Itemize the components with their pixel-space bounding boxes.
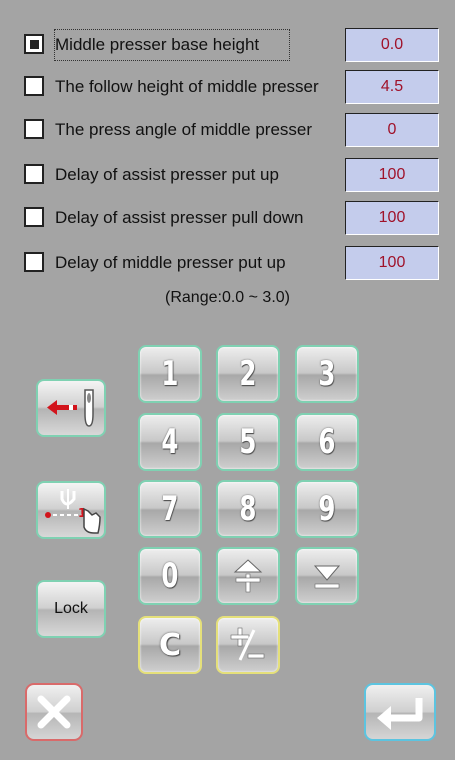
param-checkbox[interactable] [24, 164, 44, 184]
enter-button[interactable] [364, 683, 436, 741]
key-label: 9 [318, 489, 336, 529]
key-label: 1 [161, 354, 179, 394]
needle-back-arrow-icon [47, 389, 94, 427]
arrow-down-icon [313, 565, 341, 589]
param-row-press-angle[interactable]: The press angle of middle presser 0 [0, 113, 455, 149]
key-5[interactable]: 5 [216, 413, 280, 471]
param-checkbox[interactable] [24, 34, 44, 54]
key-7[interactable]: 7 [138, 480, 202, 538]
needle-setting-button[interactable]: 1 [36, 481, 106, 539]
key-label: 3 [318, 354, 336, 394]
enter-icon [377, 698, 423, 730]
param-label: Delay of assist presser pull down [55, 208, 304, 227]
param-value-field[interactable]: 100 [345, 158, 439, 192]
param-row-follow-height[interactable]: The follow height of middle presser 4.5 [0, 70, 455, 106]
key-label: 7 [161, 489, 179, 529]
range-hint: (Range:0.0 ~ 3.0) [165, 289, 290, 306]
key-6[interactable]: 6 [295, 413, 359, 471]
key-label: 8 [239, 489, 257, 529]
cancel-button[interactable] [25, 683, 83, 741]
param-checkbox[interactable] [24, 207, 44, 227]
key-3[interactable]: 3 [295, 345, 359, 403]
key-4[interactable]: 4 [138, 413, 202, 471]
param-value-field[interactable]: 0 [345, 113, 439, 147]
param-row-base-height[interactable]: Middle presser base height 0.0 [0, 28, 455, 64]
param-checkbox[interactable] [24, 252, 44, 272]
param-value-field[interactable]: 100 [345, 246, 439, 280]
close-icon [37, 695, 71, 729]
key-1[interactable]: 1 [138, 345, 202, 403]
param-checkbox[interactable] [24, 76, 44, 96]
param-checkbox[interactable] [24, 119, 44, 139]
lock-button[interactable]: Lock [36, 580, 106, 638]
key-9[interactable]: 9 [295, 480, 359, 538]
key-label: 5 [239, 422, 257, 462]
param-value-field[interactable]: 4.5 [345, 70, 439, 104]
param-row-assist-down[interactable]: Delay of assist presser pull down 100 [0, 201, 455, 237]
key-2[interactable]: 2 [216, 345, 280, 403]
key-sign-toggle[interactable] [216, 616, 280, 674]
key-8[interactable]: 8 [216, 480, 280, 538]
key-label: 2 [239, 354, 257, 394]
param-label: Middle presser base height [54, 29, 290, 61]
param-label: Delay of middle presser put up [55, 253, 286, 272]
param-row-middle-up[interactable]: Delay of middle presser put up 100 [0, 246, 455, 282]
param-value-field[interactable]: 100 [345, 201, 439, 235]
param-row-assist-up[interactable]: Delay of assist presser put up 100 [0, 158, 455, 194]
key-next[interactable] [295, 547, 359, 605]
key-label: 6 [318, 422, 336, 462]
key-previous[interactable] [216, 547, 280, 605]
key-label: C [158, 627, 182, 663]
checkbox-mark [30, 40, 39, 49]
param-label: Delay of assist presser put up [55, 165, 279, 184]
key-0[interactable]: 0 [138, 547, 202, 605]
arrow-up-icon [233, 559, 263, 593]
key-label: 0 [161, 556, 179, 596]
needle-hand-icon: 1 [45, 489, 101, 534]
needle-back-button[interactable] [36, 379, 106, 437]
param-label: The follow height of middle presser [55, 77, 319, 96]
key-clear[interactable]: C [138, 616, 202, 674]
key-label: 4 [161, 422, 179, 462]
plus-minus-icon [230, 627, 265, 661]
param-value-field[interactable]: 0.0 [345, 28, 439, 62]
param-label: The press angle of middle presser [55, 120, 313, 139]
